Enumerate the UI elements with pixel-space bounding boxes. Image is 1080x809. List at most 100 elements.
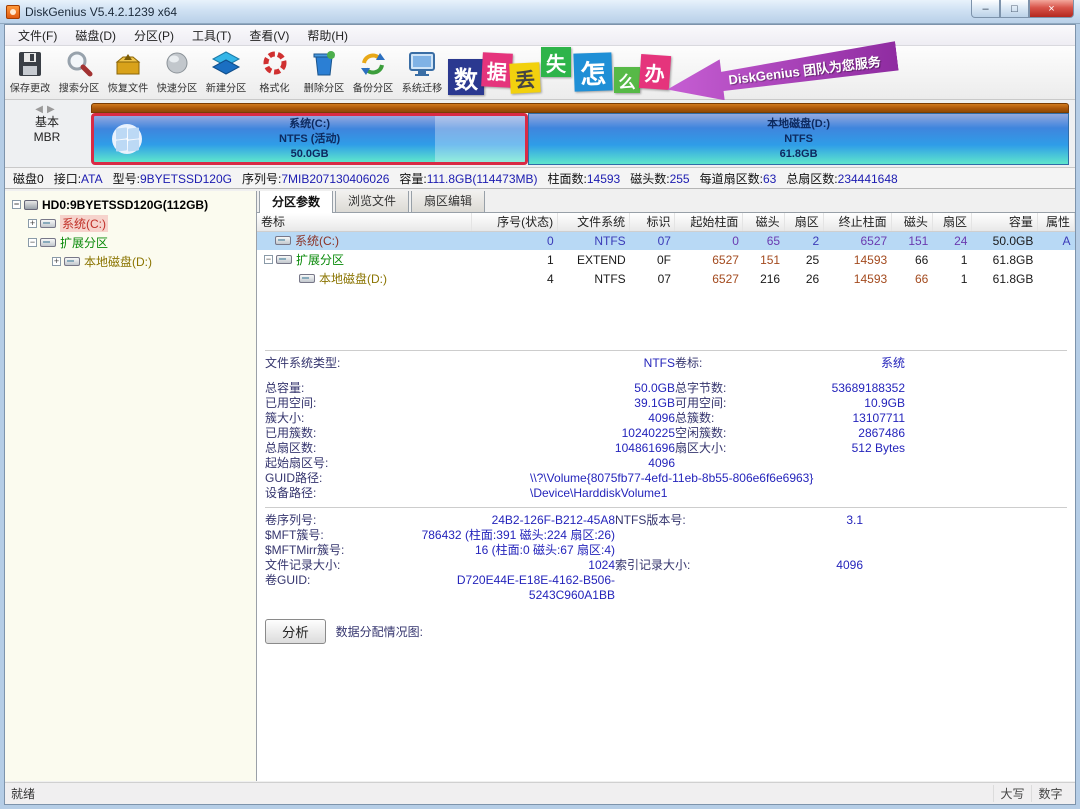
menu-help[interactable]: 帮助(H) (298, 25, 357, 46)
collapse-icon[interactable]: − (12, 200, 21, 209)
col-head[interactable]: 磁头 (743, 213, 784, 231)
detail-label (615, 528, 735, 543)
window-frame: 文件(F) 磁盘(D) 分区(P) 工具(T) 查看(V) 帮助(H) 保存更改… (4, 24, 1076, 805)
cell: 50.0GB (971, 231, 1037, 250)
system-migrate-button[interactable]: 系统迁移 (397, 46, 446, 99)
col-capacity[interactable]: 容量 (971, 213, 1037, 231)
disk-info-key: 容量: (399, 172, 426, 186)
disk-info-val: 255 (670, 172, 690, 186)
collapse-icon[interactable]: − (28, 238, 37, 247)
new-partition-button[interactable]: 新建分区 (201, 46, 250, 99)
allocation-map-label: 数据分配情况图: (336, 623, 423, 640)
menu-partition[interactable]: 分区(P) (125, 25, 183, 46)
detail-label (675, 456, 795, 471)
disk-nav-arrows[interactable]: ◀▶ (5, 104, 89, 115)
disk-tree-panel: − HD0:9BYETSSD120G(112GB) + 系统(C:) − 扩展分… (5, 191, 257, 781)
detail-value: \Device\HarddiskVolume1 (415, 486, 905, 501)
table-row-system-c[interactable]: 系统(C:) 0 NTFS 07 0 65 2 6527 151 24 50.0… (257, 231, 1075, 250)
cell: 1 (932, 250, 971, 269)
banner-tile: 据 (481, 52, 513, 88)
disk-bar: 系统(C:) NTFS (活动) 50.0GB 本地磁盘(D:) NTFS 61… (91, 103, 1069, 165)
partition-d-block[interactable]: 本地磁盘(D:) NTFS 61.8GB (528, 113, 1069, 165)
tree-item-disk[interactable]: − HD0:9BYETSSD120G(112GB) (5, 195, 256, 214)
tab-partition-params[interactable]: 分区参数 (259, 191, 333, 213)
col-end-cylinder[interactable]: 终止柱面 (823, 213, 891, 231)
table-row-local-d[interactable]: 本地磁盘(D:) 4 NTFS 07 6527 216 26 14593 66 … (257, 269, 1075, 288)
tab-browse-files[interactable]: 浏览文件 (335, 191, 409, 212)
recover-files-button[interactable]: 恢复文件 (103, 46, 152, 99)
tree-item-label: 系统(C:) (60, 215, 108, 232)
toolbar-label: 快速分区 (156, 81, 196, 96)
cell (1037, 250, 1074, 269)
detail-value: 1024 (415, 558, 615, 573)
save-changes-button[interactable]: 保存更改 (5, 46, 54, 99)
menu-file[interactable]: 文件(F) (9, 25, 66, 46)
app-icon (6, 5, 20, 19)
banner-tile: 么 (614, 67, 640, 93)
close-button[interactable]: × (1029, 0, 1074, 18)
delete-partition-button[interactable]: 删除分区 (299, 46, 348, 99)
detail-value (735, 543, 863, 558)
expand-icon[interactable]: + (28, 219, 37, 228)
new-partition-icon (211, 49, 241, 79)
col-volume-label[interactable]: 卷标 (257, 213, 471, 231)
detail-value: 4096 (735, 558, 863, 573)
detail-label: $MFT簇号: (265, 528, 415, 543)
tree-item-extended[interactable]: − 扩展分区 (5, 233, 256, 252)
disk-info-key: 序列号: (242, 172, 281, 186)
disk-info-key: 磁头数: (630, 172, 669, 186)
col-sector2[interactable]: 扇区 (932, 213, 971, 231)
tree-item-system-c[interactable]: + 系统(C:) (5, 214, 256, 233)
collapse-icon[interactable]: − (264, 255, 273, 264)
toolbar-label: 保存更改 (9, 81, 49, 96)
volume-details-section: 卷序列号:24B2-126F-B212-45A8NTFS版本号:3.1 $MFT… (265, 507, 1067, 609)
col-start-cylinder[interactable]: 起始柱面 (675, 213, 743, 231)
col-id[interactable]: 标识 (630, 213, 675, 231)
disk-info-val: 14593 (587, 172, 620, 186)
toolbar: 保存更改 搜索分区 恢复文件 快速分区 (5, 46, 1075, 100)
menu-tools[interactable]: 工具(T) (183, 25, 240, 46)
partition-fs: NTFS (活动) (279, 132, 340, 147)
detail-label: 卷GUID: (265, 573, 415, 603)
toolbar-label: 备份分区 (352, 81, 392, 96)
detail-value: 16 (柱面:0 磁头:67 扇区:4) (415, 543, 615, 558)
tab-sector-edit[interactable]: 扇区编辑 (411, 191, 485, 212)
expand-icon[interactable]: + (52, 257, 61, 266)
save-icon (15, 49, 45, 79)
detail-value: 4096 (415, 411, 675, 426)
disk-capacity-strip (91, 103, 1069, 113)
partition-c-block[interactable]: 系统(C:) NTFS (活动) 50.0GB (91, 113, 528, 165)
search-partition-button[interactable]: 搜索分区 (54, 46, 103, 99)
toolbar-label: 删除分区 (303, 81, 343, 96)
prev-disk-icon[interactable]: ◀ (35, 104, 47, 115)
maximize-button[interactable]: □ (1000, 0, 1029, 18)
minimize-button[interactable]: – (971, 0, 1000, 18)
menu-disk[interactable]: 磁盘(D) (66, 25, 125, 46)
cell: 66 (891, 250, 932, 269)
window-title: DiskGenius V5.4.2.1239 x64 (25, 5, 177, 19)
next-disk-icon[interactable]: ▶ (47, 104, 59, 115)
partition-table: 卷标 序号(状态) 文件系统 标识 起始柱面 磁头 扇区 终止柱面 磁头 扇区 … (257, 213, 1075, 288)
cell: 61.8GB (971, 250, 1037, 269)
col-index-status[interactable]: 序号(状态) (471, 213, 557, 231)
col-sector[interactable]: 扇区 (784, 213, 823, 231)
format-button[interactable]: 格式化 (250, 46, 299, 99)
cell (1037, 269, 1074, 288)
cell: A (1037, 231, 1074, 250)
col-attr[interactable]: 属性 (1037, 213, 1074, 231)
partition-fs: NTFS (784, 132, 813, 147)
col-file-system[interactable]: 文件系统 (558, 213, 630, 231)
cell: EXTEND (558, 250, 630, 269)
tree-item-local-d[interactable]: + 本地磁盘(D:) (5, 252, 256, 271)
backup-partition-button[interactable]: 备份分区 (348, 46, 397, 99)
promo-banner[interactable]: 数 据 丢 失 怎 么 办 DiskGenius 团队为您服务 (448, 47, 898, 99)
detail-value: 104861696 (415, 441, 675, 456)
col-head2[interactable]: 磁头 (891, 213, 932, 231)
windows-logo-icon (112, 124, 142, 154)
analyze-button[interactable]: 分析 (265, 619, 326, 644)
menu-view[interactable]: 查看(V) (240, 25, 298, 46)
quick-partition-button[interactable]: 快速分区 (152, 46, 201, 99)
cell: 151 (743, 250, 784, 269)
table-row-extended[interactable]: −扩展分区 1 EXTEND 0F 6527 151 25 14593 66 1… (257, 250, 1075, 269)
tree-item-label: HD0:9BYETSSD120G(112GB) (42, 198, 208, 212)
